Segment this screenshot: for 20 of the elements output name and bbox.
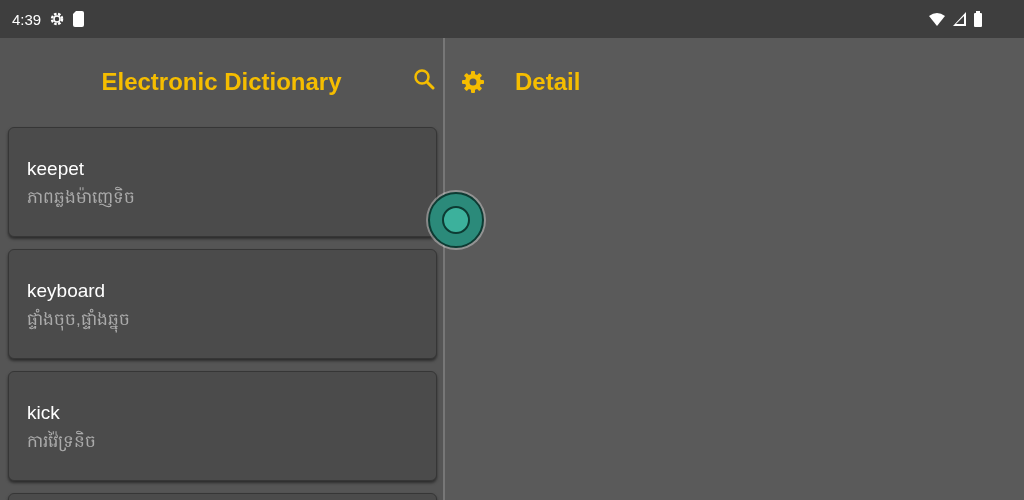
word-card[interactable]: keepet ភាពឆ្លងម៉ាញេទិច — [8, 127, 437, 237]
word-text: kick — [27, 402, 61, 424]
detail-title: Detail — [515, 67, 581, 96]
battery-icon — [974, 11, 982, 27]
status-time: 4:39 — [12, 10, 42, 28]
word-card[interactable]: keyboard ផ្ទាំងចុច,ផ្ទាំងឆ្នុច — [8, 249, 437, 359]
word-text: keyboard — [27, 280, 107, 302]
wifi-icon — [929, 12, 945, 26]
settings-icon[interactable] — [461, 69, 485, 94]
translation-text: ផ្ទាំងចុច,ផ្ទាំងឆ្នុច — [27, 308, 418, 333]
sd-card-icon — [73, 11, 85, 27]
word-text: keepet — [27, 158, 86, 180]
translation-text: ភាពឆ្លងម៉ាញេទិច — [27, 186, 136, 210]
translation-text: ការវ៉ៃទ្រនិច — [27, 430, 97, 454]
search-icon[interactable] — [413, 68, 435, 90]
app-title: Electronic Dictionary — [101, 67, 342, 96]
drag-handle[interactable] — [424, 188, 488, 252]
gear-icon — [49, 11, 66, 27]
word-card[interactable]: kick ការវ៉ៃទ្រនិច — [8, 371, 437, 481]
signal-icon — [953, 12, 966, 26]
